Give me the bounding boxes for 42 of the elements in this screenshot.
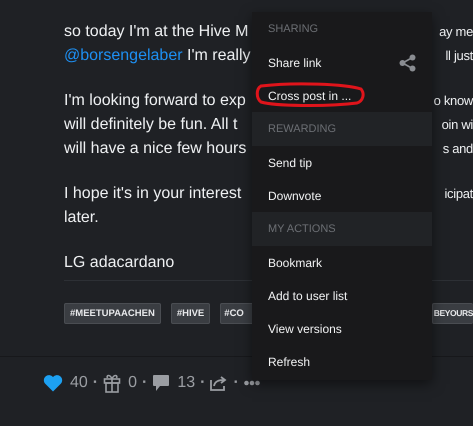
menu-item[interactable]: Downvote (252, 179, 432, 212)
paragraph-text: icipat (444, 185, 473, 203)
separator-dot: · (233, 374, 239, 392)
paragraph-text: ll just (445, 47, 473, 65)
paragraph-text: I'm looking forward to exp (64, 91, 246, 111)
section-header: SHARING (252, 12, 432, 46)
tag[interactable]: #MEETUPAACHEN (64, 303, 161, 324)
menu-item[interactable]: Add to user list (252, 279, 432, 312)
menu-item[interactable]: Share link (252, 46, 432, 79)
comment-count: 13 (177, 374, 196, 392)
paragraph-text: later. (64, 208, 99, 228)
section-header: REWARDING (252, 112, 432, 146)
paragraph-text: will have a nice few hours (64, 139, 246, 159)
paragraph-text: will definitely be fun. All t (64, 115, 238, 135)
mention-link[interactable]: @borsengelaber (64, 47, 183, 64)
menu-item[interactable]: Send tip (252, 146, 432, 179)
tip-count: 0 (128, 374, 138, 392)
separator-dot: · (92, 374, 98, 392)
section-header: MY ACTIONS (252, 212, 432, 246)
menu-item[interactable]: Cross post in ... (252, 79, 432, 112)
separator-dot: · (142, 374, 148, 392)
gift-icon[interactable] (103, 373, 122, 393)
share-icon[interactable] (210, 375, 228, 391)
paragraph-text: so today I'm at the Hive M (64, 22, 248, 42)
vote-count: 40 (70, 374, 88, 392)
paragraph-text: s and (442, 140, 473, 158)
paragraph-text: LG adacardano (64, 253, 174, 273)
menu-item[interactable]: View versions (252, 312, 432, 345)
paragraph-text: ay me (439, 23, 473, 41)
paragraph-text: o know (434, 92, 473, 110)
more-icon[interactable] (244, 380, 260, 386)
paragraph-text: I hope it's in your interest (64, 184, 242, 204)
heart-icon[interactable] (43, 374, 63, 392)
separator-dot: · (200, 374, 206, 392)
tag[interactable]: BEYOURS (432, 303, 473, 324)
share-icon (399, 54, 416, 72)
tag[interactable]: #HIVE (170, 303, 210, 324)
paragraph-text: oin wi (442, 116, 473, 134)
paragraph-text: @borsengelaber I'm really (64, 46, 250, 66)
menu-item[interactable]: Refresh (252, 345, 432, 378)
menu-item[interactable]: Bookmark (252, 246, 432, 279)
comment-icon[interactable] (152, 374, 170, 392)
